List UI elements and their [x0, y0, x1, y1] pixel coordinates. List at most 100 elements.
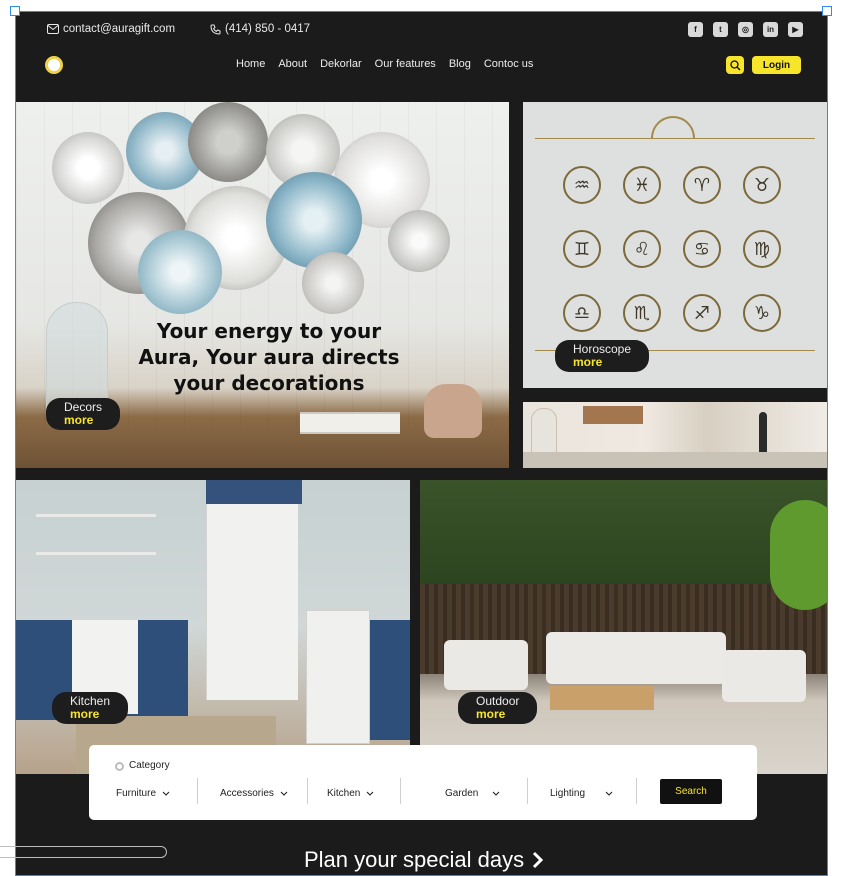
leo-icon: ♌: [623, 230, 661, 268]
dropdown-accessories[interactable]: Accessories: [220, 788, 288, 799]
decor-plate: [138, 230, 222, 314]
decor-plate: [188, 102, 268, 182]
aries-icon: ♈: [683, 166, 721, 204]
plan-special-days-link[interactable]: Plan your special days: [304, 847, 544, 873]
search-icon: [729, 59, 740, 70]
capricorn-icon: ♑: [743, 294, 781, 332]
tile-kitchen-banner[interactable]: [523, 402, 827, 468]
chevron-down-icon: [492, 791, 500, 796]
gemini-icon: ♊: [563, 230, 601, 268]
outdoor-more-link[interactable]: more: [476, 708, 519, 721]
login-button[interactable]: Login: [752, 56, 801, 74]
pisces-icon: ♓: [623, 166, 661, 204]
social-links: f t ◎ in ▶: [688, 22, 803, 37]
phone-icon: [210, 24, 221, 35]
twitter-icon[interactable]: t: [713, 22, 728, 37]
mail-icon: [47, 24, 59, 34]
divider: [636, 778, 637, 804]
dropdown-lighting[interactable]: Lighting: [550, 788, 613, 799]
horizontal-scrollbar[interactable]: [0, 846, 167, 858]
kitchen-chip[interactable]: Kitchen more: [52, 692, 129, 724]
outdoor-chair: [444, 640, 528, 690]
kitchen-cabinet-top: [206, 480, 302, 504]
taurus-icon: ♉: [743, 166, 781, 204]
dropdown-garden[interactable]: Garden: [445, 788, 500, 799]
nav-item-dekorlar[interactable]: Dekorlar: [320, 58, 362, 70]
dropdown-accessories-label: Accessories: [220, 788, 274, 799]
contact-email[interactable]: contact@auragift.com: [47, 23, 175, 35]
horoscope-more-link[interactable]: more: [573, 356, 631, 369]
top-bar: contact@auragift.com (414) 850 - 0417 f …: [16, 12, 827, 48]
youtube-icon[interactable]: ▶: [788, 22, 803, 37]
nav-item-home[interactable]: Home: [236, 58, 265, 70]
kitchen-shelf: [36, 552, 156, 555]
divider: [400, 778, 401, 804]
dropdown-lighting-label: Lighting: [550, 788, 586, 799]
horoscope-label: Horoscope: [573, 342, 632, 356]
dropdown-kitchen[interactable]: Kitchen: [327, 788, 374, 799]
nav-item-about[interactable]: About: [278, 58, 307, 70]
chevron-down-icon: [162, 791, 170, 796]
contact-phone[interactable]: (414) 850 - 0417: [210, 23, 310, 35]
selection-handle-top-right[interactable]: [822, 6, 832, 16]
divider: [307, 778, 308, 804]
banner-shelf: [583, 406, 643, 424]
sagittarius-icon: ♐: [683, 294, 721, 332]
decors-more-link[interactable]: more: [64, 414, 102, 427]
tile-kitchen[interactable]: Kitchen more: [16, 480, 410, 774]
outdoor-plant: [770, 500, 827, 610]
dropdown-garden-label: Garden: [445, 788, 479, 799]
tile-outdoor[interactable]: Outdoor more: [420, 480, 827, 774]
selection-handle-top-left[interactable]: [10, 6, 20, 16]
decor-plate: [388, 210, 450, 272]
kitchen-right-cabinets: [370, 620, 410, 740]
divider: [527, 778, 528, 804]
decor-plate: [302, 252, 364, 314]
dropdown-furniture-label: Furniture: [116, 788, 157, 799]
chevron-down-icon: [280, 791, 288, 796]
kitchen-label: Kitchen: [70, 694, 111, 708]
panel-search-button[interactable]: Search: [660, 779, 722, 804]
nav-item-features[interactable]: Our features: [375, 58, 436, 70]
outdoor-table: [550, 686, 654, 710]
outdoor-label: Outdoor: [476, 694, 520, 708]
nav-item-contact[interactable]: Contoc us: [484, 58, 534, 70]
dropdown-furniture[interactable]: Furniture: [116, 788, 170, 799]
logo[interactable]: [45, 56, 63, 74]
divider-top: [535, 138, 815, 139]
category-label: Category: [129, 760, 170, 771]
email-text: contact@auragift.com: [63, 23, 176, 35]
books-stack: [300, 412, 400, 434]
facebook-icon[interactable]: f: [688, 22, 703, 37]
phone-text: (414) 850 - 0417: [225, 23, 311, 35]
nav-item-blog[interactable]: Blog: [449, 58, 471, 70]
tile-decors[interactable]: Your energy to your Aura, Your aura dire…: [16, 102, 509, 468]
outdoor-chair: [722, 650, 806, 702]
instagram-icon[interactable]: ◎: [738, 22, 753, 37]
search-button[interactable]: [726, 56, 744, 74]
hero-headline: Your energy to your Aura, Your aura dire…: [138, 319, 400, 395]
tile-horoscope[interactable]: ♒ ♓ ♈ ♉ ♊ ♌ ♋ ♍ ♎ ♏ ♐ ♑ Horoscope more: [523, 102, 827, 388]
decors-chip[interactable]: Decors more: [46, 398, 121, 430]
page-frame: contact@auragift.com (414) 850 - 0417 f …: [15, 11, 828, 876]
scorpio-icon: ♏: [623, 294, 661, 332]
divider: [197, 778, 198, 804]
sun-ornament: [651, 116, 695, 138]
outdoor-sofa: [546, 632, 726, 684]
horoscope-chip[interactable]: Horoscope more: [555, 340, 650, 372]
libra-icon: ♎: [563, 294, 601, 332]
category-search-panel: Category Furniture Accessories Kitchen G…: [89, 745, 757, 820]
main-nav: Home About Dekorlar Our features Blog Co…: [236, 58, 533, 70]
decors-label: Decors: [64, 400, 103, 414]
linkedin-icon[interactable]: in: [763, 22, 778, 37]
flower-vase: [424, 384, 482, 438]
banner-counter: [523, 452, 827, 468]
kitchen-more-link[interactable]: more: [70, 708, 110, 721]
dropdown-kitchen-label: Kitchen: [327, 788, 361, 799]
chevron-right-icon: [533, 851, 544, 869]
decor-plate: [266, 172, 362, 268]
decor-plate: [52, 132, 124, 204]
category-radio[interactable]: [115, 762, 124, 771]
chevron-down-icon: [366, 791, 374, 796]
outdoor-chip[interactable]: Outdoor more: [458, 692, 538, 724]
